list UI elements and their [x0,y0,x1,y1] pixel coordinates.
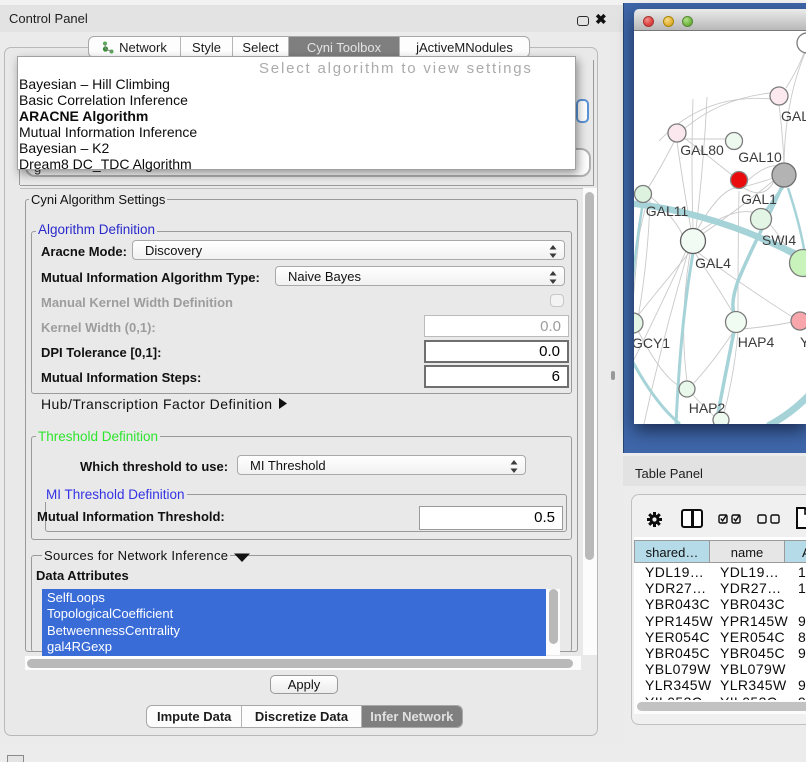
svg-text:GAL1: GAL1 [741,191,777,207]
svg-text:GCY1: GCY1 [634,335,670,351]
svg-text:GAL80: GAL80 [680,142,724,158]
svg-text:GAL4: GAL4 [695,255,731,271]
svg-text:SWI4: SWI4 [762,232,796,248]
svg-text:GAL: GAL [781,108,806,124]
svg-text:Y: Y [800,334,806,350]
svg-text:HAP4: HAP4 [738,334,775,350]
svg-text:HAP2: HAP2 [689,400,726,416]
svg-text:GAL11: GAL11 [646,203,689,219]
svg-text:GAL10: GAL10 [738,149,782,165]
